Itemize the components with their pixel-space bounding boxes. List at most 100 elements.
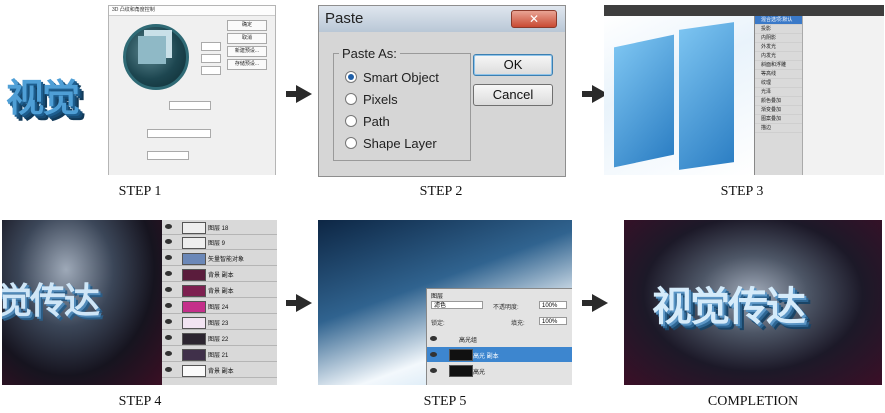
radio-smart-object[interactable]: Smart Object (345, 70, 439, 85)
eye-icon[interactable] (165, 287, 172, 292)
layer-row-selected[interactable]: 高光 副本 (427, 347, 572, 362)
menu-item[interactable]: 等高线 (755, 70, 803, 79)
layer-row[interactable]: 图层 18 (162, 220, 277, 235)
step1-panel: 视觉 3D 凸纹和角度控制 确定 取消 新建预设... 存储预设... (0, 5, 280, 175)
fill-field[interactable]: 100% (539, 317, 567, 325)
arrow-icon (286, 294, 312, 312)
radio-icon (345, 137, 357, 149)
radio-pixels[interactable]: Pixels (345, 92, 398, 107)
menu-item[interactable]: 光泽 (755, 88, 803, 97)
completion-artwork: 视觉传达 (624, 220, 882, 385)
eye-icon[interactable] (165, 239, 172, 244)
eye-icon[interactable] (165, 319, 172, 324)
angle-field-2[interactable] (201, 54, 221, 63)
layer-row[interactable]: 图层 9 (162, 235, 277, 250)
caption-step1: STEP 1 (118, 184, 162, 199)
layer-row[interactable]: 图层 23 (162, 315, 277, 330)
step1-dialog-title: 3D 凸纹和角度控制 (109, 6, 275, 16)
radio-path[interactable]: Path (345, 114, 390, 129)
menu-item[interactable]: 投影 (755, 25, 803, 34)
caption-step3: STEP 3 (720, 184, 764, 199)
radio-shape-layer[interactable]: Shape Layer (345, 136, 437, 151)
dialog-button-4[interactable]: 存储预设... (227, 59, 267, 70)
layer-thumbnail (182, 285, 206, 297)
layer-thumbnail (182, 365, 206, 377)
close-icon[interactable]: ✕ (511, 10, 557, 28)
layer-row[interactable]: 背景 副本 (162, 267, 277, 282)
eye-icon[interactable] (430, 336, 437, 341)
layer-row[interactable]: 背景 副本 (162, 283, 277, 298)
layer-thumbnail (182, 222, 206, 234)
caption-step5: STEP 5 (423, 394, 467, 409)
caption-step2: STEP 2 (419, 184, 463, 199)
layer-row[interactable]: 背景 副本 (162, 363, 277, 378)
eye-icon[interactable] (165, 271, 172, 276)
layer-thumbnail (182, 269, 206, 281)
layer-group-row[interactable]: 高光组 (427, 331, 572, 346)
blend-mode-select[interactable]: 滤色 (431, 301, 483, 309)
angle-field-1[interactable] (201, 42, 221, 51)
menu-item[interactable]: 纹理 (755, 79, 803, 88)
layer-style-options (802, 16, 884, 175)
layer-thumbnail (182, 333, 206, 345)
menu-item[interactable]: 内阴影 (755, 34, 803, 43)
eye-icon[interactable] (430, 352, 437, 357)
size-field[interactable] (147, 151, 189, 160)
menu-item[interactable]: 混合选项:默认 (755, 16, 803, 25)
completion-panel: 视觉传达 (624, 220, 882, 385)
cube-icon (138, 36, 166, 64)
eye-icon[interactable] (165, 335, 172, 340)
menu-item[interactable]: 斜面和浮雕 (755, 61, 803, 70)
angle-field-3[interactable] (201, 66, 221, 75)
arrow-icon (582, 294, 608, 312)
lock-label: 锁定: (431, 321, 445, 327)
cancel-button[interactable]: Cancel (473, 84, 553, 106)
depth-field[interactable] (169, 101, 211, 110)
step4-panel: 觉传达 图层 18 图层 9 矢量智能对象 背景 副本 背景 副本 图层 24 … (2, 220, 277, 385)
layer-thumbnail (449, 365, 473, 377)
menu-item[interactable]: 外发光 (755, 43, 803, 52)
layer-row[interactable]: 图层 22 (162, 331, 277, 346)
completion-3d-text: 视觉传达 (652, 284, 806, 330)
layer-row[interactable]: 高光 (427, 363, 572, 378)
layer-row[interactable]: 图层 24 (162, 299, 277, 314)
dialog-button-2[interactable]: 取消 (227, 33, 267, 44)
menu-item[interactable]: 图案叠加 (755, 115, 803, 124)
layer-thumbnail (182, 237, 206, 249)
fill-label: 填充: (511, 321, 525, 327)
menu-item[interactable]: 内发光 (755, 52, 803, 61)
ok-button[interactable]: OK (473, 54, 553, 76)
layer-thumbnail (449, 349, 473, 361)
caption-completion: COMPLETION (707, 394, 799, 409)
step4-3d-text: 觉传达 (2, 281, 100, 322)
menu-item[interactable]: 颜色叠加 (755, 97, 803, 106)
eye-icon[interactable] (165, 367, 172, 372)
dialog-button-1[interactable]: 确定 (227, 20, 267, 31)
arrow-icon (286, 85, 312, 103)
layer-thumbnail (182, 317, 206, 329)
step1-3d-text: 视觉 (6, 76, 80, 120)
eye-icon[interactable] (165, 303, 172, 308)
layer-thumbnail (182, 349, 206, 361)
curve-field[interactable] (147, 129, 211, 138)
radio-selected-icon (345, 71, 357, 83)
layers-panel: 图层 18 图层 9 矢量智能对象 背景 副本 背景 副本 图层 24 图层 2… (162, 220, 277, 385)
layer-row[interactable]: 矢量智能对象 (162, 251, 277, 266)
eye-icon[interactable] (165, 255, 172, 260)
eye-icon[interactable] (165, 351, 172, 356)
opacity-field[interactable]: 100% (539, 301, 567, 309)
layer-row[interactable]: 图层 21 (162, 347, 277, 362)
layers-tab[interactable]: 图层 (431, 291, 443, 300)
eye-icon[interactable] (430, 368, 437, 373)
eye-icon[interactable] (165, 224, 172, 229)
step3-artwork (604, 16, 754, 175)
radio-icon (345, 93, 357, 105)
dialog-button-3[interactable]: 新建预设... (227, 46, 267, 57)
menu-item[interactable]: 描边 (755, 124, 803, 133)
radio-icon (345, 115, 357, 127)
menu-item[interactable]: 渐变叠加 (755, 106, 803, 115)
step3-title-bar (604, 5, 884, 16)
caption-step4: STEP 4 (118, 394, 162, 409)
step5-panel: 图层 滤色 不透明度: 100% 锁定: 填充: 100% 高光组 高光 副本 … (318, 220, 572, 385)
opacity-label: 不透明度: (493, 305, 519, 311)
